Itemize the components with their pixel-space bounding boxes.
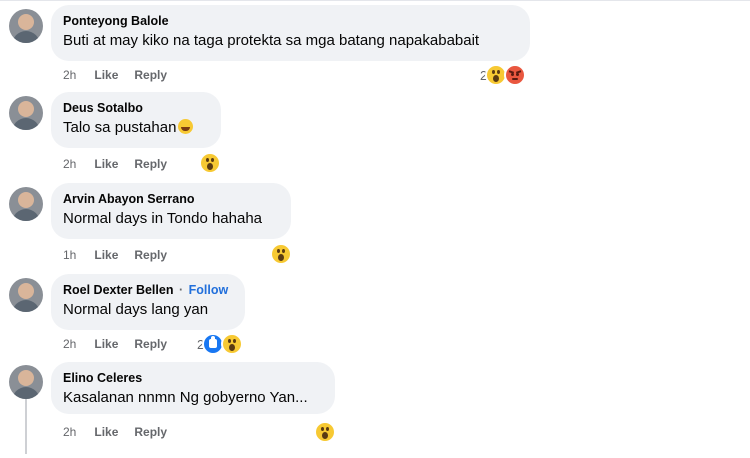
wow-emoji-icon — [221, 333, 244, 355]
reply-button[interactable]: Reply — [134, 337, 167, 351]
comment-text: Talo sa pustahan — [63, 118, 209, 138]
comment-author[interactable]: Arvin Abayon Serrano — [63, 191, 279, 207]
reply-button[interactable]: Reply — [134, 157, 167, 171]
thread-line — [25, 396, 27, 454]
comment-bubble: Elino Celeres Kasalanan nnmn Ng gobyerno… — [51, 362, 335, 414]
comment-time[interactable]: 2h — [63, 425, 76, 439]
comment-time[interactable]: 1h — [63, 248, 76, 262]
top-divider — [0, 0, 750, 1]
comment-actions: 2h Like Reply — [63, 68, 167, 82]
laughing-emoji-icon — [178, 119, 194, 134]
comment-author[interactable]: Deus Sotalbo — [63, 100, 209, 116]
comment-text: Normal days lang yan — [63, 301, 209, 318]
reaction-summary[interactable] — [314, 421, 336, 443]
like-button[interactable]: Like — [94, 68, 118, 82]
comment-text-content: Talo sa pustahan — [63, 119, 177, 136]
comment-author-row: Roel Dexter Bellen · Follow — [63, 282, 233, 298]
comment-bubble: Deus Sotalbo Talo sa pustahan — [51, 92, 221, 148]
reaction-summary[interactable]: 2 — [480, 64, 527, 86]
comment-time[interactable]: 2h — [63, 68, 76, 82]
wow-emoji-icon — [199, 152, 221, 174]
separator-dot: · — [178, 283, 184, 297]
comment-bubble: Ponteyong Balole Buti at may kiko na tag… — [51, 5, 530, 61]
comment-actions: 2h Like Reply — [63, 337, 167, 351]
like-button[interactable]: Like — [94, 337, 118, 351]
reply-button[interactable]: Reply — [134, 68, 167, 82]
follow-button[interactable]: Follow — [189, 283, 229, 297]
like-button[interactable]: Like — [94, 157, 118, 171]
like-button[interactable]: Like — [94, 248, 118, 262]
comment-time[interactable]: 2h — [63, 337, 76, 351]
avatar[interactable] — [9, 278, 43, 312]
avatar[interactable] — [9, 365, 43, 399]
comment-time[interactable]: 2h — [63, 157, 76, 171]
comment-bubble: Arvin Abayon Serrano Normal days in Tond… — [51, 183, 291, 239]
like-button[interactable]: Like — [94, 425, 118, 439]
comment-bubble: Roel Dexter Bellen · Follow Normal days … — [51, 274, 245, 330]
reply-button[interactable]: Reply — [134, 248, 167, 262]
reaction-summary[interactable] — [199, 152, 221, 174]
comment-text: Normal days in Tondo hahaha — [63, 210, 263, 227]
comment-author[interactable]: Ponteyong Balole — [63, 13, 518, 29]
reply-button[interactable]: Reply — [134, 425, 167, 439]
wow-emoji-icon — [314, 421, 336, 443]
wow-emoji-icon — [270, 243, 292, 265]
avatar[interactable] — [9, 187, 43, 221]
comment-text: Buti at may kiko na taga protekta sa mga… — [63, 32, 480, 49]
comment-author[interactable]: Roel Dexter Bellen — [63, 283, 173, 297]
avatar[interactable] — [9, 9, 43, 43]
comment-text: Kasalanan nnmn Ng gobyerno Yan... — [63, 389, 308, 406]
angry-emoji-icon — [504, 64, 527, 86]
comment-actions: 1h Like Reply — [63, 248, 167, 262]
avatar[interactable] — [9, 96, 43, 130]
comment-actions: 2h Like Reply — [63, 425, 167, 439]
comment-author[interactable]: Elino Celeres — [63, 370, 323, 386]
reaction-summary[interactable]: 2 — [197, 333, 244, 355]
reaction-summary[interactable] — [270, 243, 292, 265]
comment-actions: 2h Like Reply — [63, 157, 167, 171]
